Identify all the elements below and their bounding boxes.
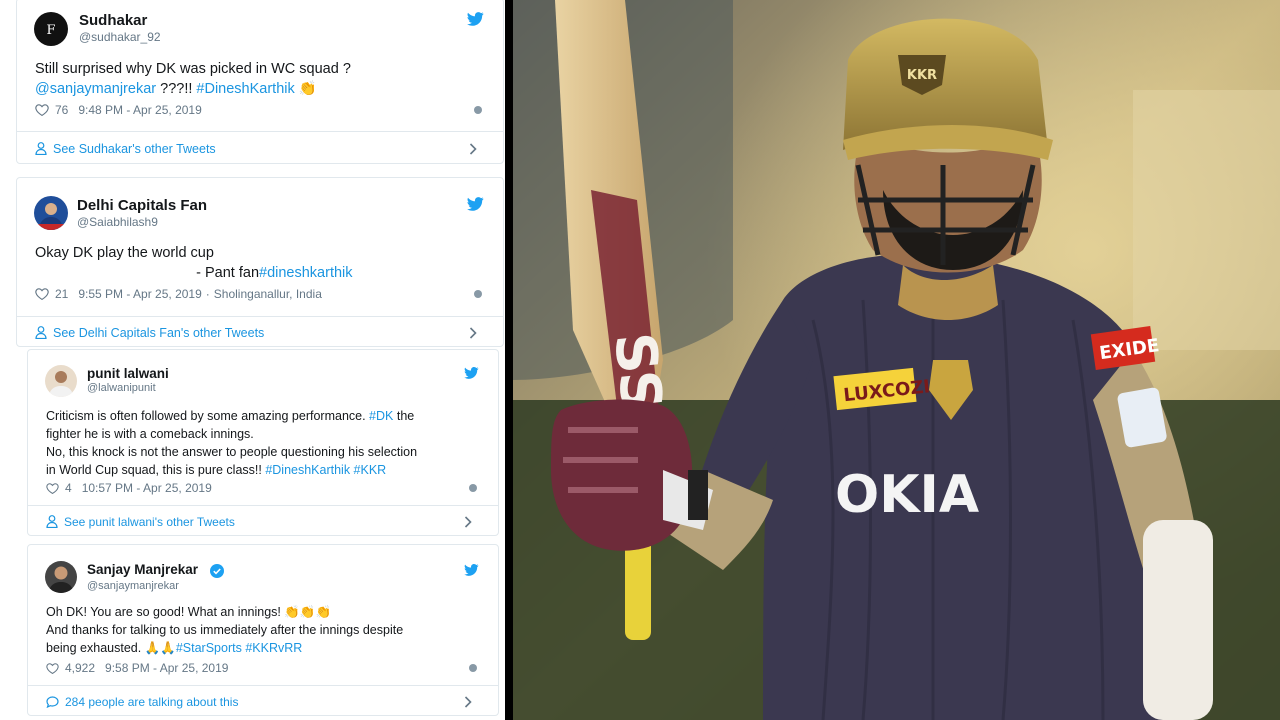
twitter-bird-icon[interactable]: [467, 12, 484, 26]
footer-label: See punit lalwani's other Tweets: [64, 514, 235, 529]
tweet-card-sanjay-manjrekar: Sanjay Manjrekar @sanjaymanjrekar Oh DK!…: [27, 544, 499, 716]
chevron-right-icon[interactable]: [464, 515, 472, 528]
emoji: 👏👏👏: [284, 605, 332, 619]
tweet-author-name[interactable]: Sudhakar: [79, 12, 147, 29]
heart-icon[interactable]: [46, 662, 59, 674]
avatar[interactable]: F: [34, 12, 68, 46]
chevron-right-icon[interactable]: [469, 142, 477, 155]
heart-icon[interactable]: [35, 288, 49, 300]
emoji: 🙏🙏: [144, 641, 176, 655]
heart-icon[interactable]: [46, 482, 59, 494]
tweet-meta: 4 10:57 PM - Apr 25, 2019: [46, 481, 212, 495]
tweet-text: Oh DK! You are so good! What an innings!…: [46, 603, 491, 657]
footer-label: 284 people are talking about this: [65, 694, 239, 709]
hashtag-link[interactable]: @sanjaymanjrekar: [35, 81, 156, 97]
heart-icon[interactable]: [35, 104, 49, 116]
like-count[interactable]: 4,922: [65, 661, 95, 675]
text-segment: Okay DK play the world cup - Pant fan: [35, 245, 260, 281]
hashtag-link[interactable]: #StarSports #KKRvRR: [176, 641, 302, 655]
verified-badge-icon: [210, 564, 224, 578]
tweet-author-handle[interactable]: @lalwanipunit: [87, 382, 156, 394]
see-other-tweets-link[interactable]: See Sudhakar's other Tweets: [17, 131, 503, 163]
avatar[interactable]: [34, 196, 68, 230]
tweet-meta: 76 9:48 PM - Apr 25, 2019: [35, 103, 202, 117]
avatar[interactable]: [45, 561, 77, 593]
info-icon[interactable]: [474, 290, 482, 298]
tweet-timestamp[interactable]: 9:58 PM - Apr 25, 2019: [105, 661, 228, 675]
tweet-meta: 21 9:55 PM - Apr 25, 2019 · Sholinganall…: [35, 287, 322, 301]
footer-label: See Delhi Capitals Fan's other Tweets: [53, 325, 265, 340]
tweet-timestamp[interactable]: 9:55 PM - Apr 25, 2019: [78, 287, 201, 301]
info-icon[interactable]: [474, 106, 482, 114]
conversation-link[interactable]: 284 people are talking about this: [28, 685, 498, 715]
panel-divider: [505, 0, 513, 720]
svg-text:F: F: [46, 23, 55, 38]
text-segment: ???!!: [156, 81, 197, 97]
tweet-author-name[interactable]: Delhi Capitals Fan: [77, 197, 207, 214]
hashtag-link[interactable]: #DineshKarthik: [196, 81, 294, 97]
tweet-timestamp[interactable]: 9:48 PM - Apr 25, 2019: [78, 103, 201, 117]
twitter-bird-icon[interactable]: [464, 564, 479, 576]
see-other-tweets-link[interactable]: See Delhi Capitals Fan's other Tweets: [17, 316, 503, 346]
info-icon[interactable]: [469, 664, 477, 672]
like-count[interactable]: 21: [55, 287, 68, 301]
hashtag-link[interactable]: #DineshKarthik #KKR: [265, 463, 386, 477]
twitter-bird-icon[interactable]: [467, 197, 484, 211]
tweet-card-sudhakar: F Sudhakar @sudhakar_92 Still surprised …: [16, 0, 504, 164]
helmet-badge: KKR: [907, 68, 937, 83]
chevron-right-icon[interactable]: [469, 326, 477, 339]
tweet-text: Criticism is often followed by some amaz…: [46, 407, 491, 479]
person-icon: [35, 326, 47, 339]
avatar[interactable]: [45, 365, 77, 397]
jersey-sponsor: OKIA: [835, 465, 979, 525]
twitter-bird-icon[interactable]: [464, 367, 479, 379]
tweet-text: Okay DK play the world cup - Pant fan#di…: [35, 243, 495, 283]
tweet-author-handle[interactable]: @sudhakar_92: [79, 30, 161, 44]
like-count[interactable]: 4: [65, 481, 72, 495]
chevron-right-icon[interactable]: [464, 695, 472, 708]
person-icon: [35, 142, 47, 155]
info-icon[interactable]: [469, 484, 477, 492]
hashtag-link[interactable]: #dineshkarthik: [259, 265, 353, 281]
tweet-location[interactable]: Sholinganallur, India: [214, 287, 322, 301]
text-segment: Oh DK! You are so good! What an innings!: [46, 605, 285, 619]
text-segment: Criticism is often followed by some amaz…: [46, 409, 370, 423]
footer-label: See Sudhakar's other Tweets: [53, 141, 216, 156]
hashtag-link[interactable]: #DK: [369, 409, 393, 423]
tweet-meta: 4,922 9:58 PM - Apr 25, 2019: [46, 661, 228, 675]
like-count[interactable]: 76: [55, 103, 68, 117]
see-other-tweets-link[interactable]: See punit lalwani's other Tweets: [28, 505, 498, 535]
tweet-author-name[interactable]: Sanjay Manjrekar: [87, 562, 198, 577]
tweet-text: Still surprised why DK was picked in WC …: [35, 59, 495, 99]
cricketer-photo: SS KKR LUXCOZI OKIA EXIDE: [513, 0, 1280, 720]
tweet-card-punit-lalwani: punit lalwani @lalwanipunit Criticism is…: [27, 349, 499, 536]
tweet-card-delhi-capitals-fan: Delhi Capitals Fan @Saiabhilash9 Okay DK…: [16, 177, 504, 347]
tweet-column: F Sudhakar @sudhakar_92 Still surprised …: [0, 0, 510, 720]
tweet-timestamp[interactable]: 10:57 PM - Apr 25, 2019: [82, 481, 212, 495]
emoji: 👏: [294, 81, 317, 97]
tweet-author-handle[interactable]: @sanjaymanjrekar: [87, 580, 179, 592]
speech-bubble-icon: [46, 695, 59, 708]
person-icon: [46, 515, 58, 528]
text-segment: Still surprised why DK was picked in WC …: [35, 61, 351, 77]
tweet-author-handle[interactable]: @Saiabhilash9: [77, 215, 158, 229]
tweet-author-name[interactable]: punit lalwani: [87, 366, 169, 381]
